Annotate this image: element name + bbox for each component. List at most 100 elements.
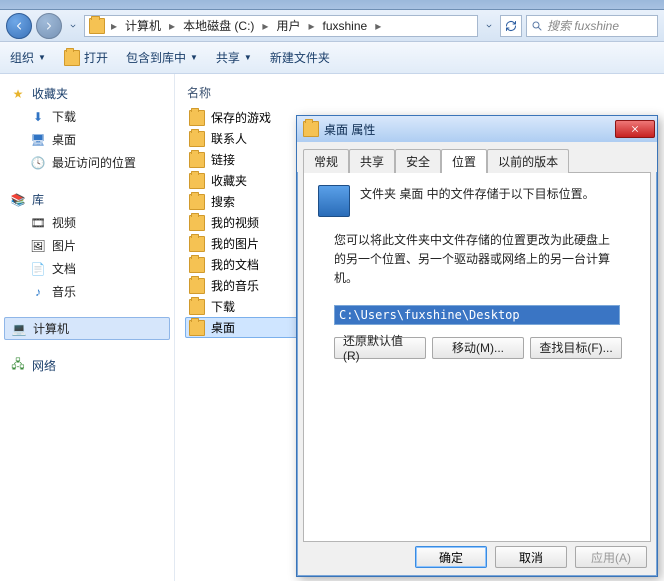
chevron-down-icon: ▼ — [190, 53, 198, 62]
button-label: 取消 — [519, 549, 543, 566]
network-icon: 🖧 — [10, 358, 26, 374]
nav-item-label: 桌面 — [52, 131, 76, 148]
open-button[interactable]: 打开 — [64, 49, 108, 66]
folder-icon — [189, 299, 205, 315]
nav-history-dropdown[interactable] — [66, 22, 80, 30]
location-description: 您可以将此文件夹中文件存储的位置更改为此硬盘上的另一个位置、另一个驱动器或网络上… — [318, 231, 636, 299]
nav-libraries-header[interactable]: 📚库 — [4, 188, 170, 211]
image-icon: 🖼 — [30, 238, 46, 254]
tab-general[interactable]: 常规 — [303, 149, 349, 173]
video-icon: 🎞 — [30, 215, 46, 231]
button-label: 移动(M)... — [452, 339, 504, 356]
nav-favorites-header[interactable]: ★收藏夹 — [4, 82, 170, 105]
nav-computer-label: 计算机 — [33, 320, 69, 337]
tab-location[interactable]: 位置 — [441, 149, 487, 173]
breadcrumb[interactable]: ▸ 计算机 ▸ 本地磁盘 (C:) ▸ 用户 ▸ fuxshine ▸ — [84, 15, 478, 37]
dialog-titlebar[interactable]: 桌面 属性 — [297, 116, 657, 142]
breadcrumb-separator: ▸ — [167, 19, 177, 33]
command-toolbar: 组织 ▼ 打开 包含到库中 ▼ 共享 ▼ 新建文件夹 — [0, 42, 664, 74]
arrow-right-icon — [43, 20, 55, 32]
folder-icon — [189, 152, 205, 168]
tab-strip: 常规 共享 安全 位置 以前的版本 — [297, 142, 657, 172]
file-name: 我的视频 — [211, 214, 259, 231]
nav-network[interactable]: 🖧网络 — [4, 354, 170, 377]
file-name: 下载 — [211, 298, 235, 315]
tab-previous-versions[interactable]: 以前的版本 — [487, 149, 569, 173]
computer-icon: 💻 — [11, 321, 27, 337]
chevron-down-icon: ▼ — [244, 53, 252, 62]
breadcrumb-segment[interactable]: 本地磁盘 (C:) — [179, 15, 258, 36]
chevron-down-icon: ▼ — [38, 53, 46, 62]
organize-label: 组织 — [10, 49, 34, 66]
nav-item-recent[interactable]: 🕓最近访问的位置 — [4, 151, 170, 174]
nav-item-desktop[interactable]: 🖥 桌面 — [4, 128, 170, 151]
new-folder-button[interactable]: 新建文件夹 — [270, 49, 330, 66]
file-name: 联系人 — [211, 130, 247, 147]
share-menu[interactable]: 共享 ▼ — [216, 49, 252, 66]
move-button[interactable]: 移动(M)... — [432, 337, 524, 359]
folder-icon — [189, 278, 205, 294]
nav-favorites-label: 收藏夹 — [32, 85, 68, 102]
tab-security[interactable]: 安全 — [395, 149, 441, 173]
breadcrumb-segment[interactable]: fuxshine — [318, 17, 371, 35]
newfolder-label: 新建文件夹 — [270, 49, 330, 66]
nav-item-label: 文档 — [52, 260, 76, 277]
breadcrumb-separator: ▸ — [373, 19, 383, 33]
restore-default-button[interactable]: 还原默认值(R) — [334, 337, 426, 359]
folder-icon — [189, 194, 205, 210]
location-info-text: 文件夹 桌面 中的文件存储于以下目标位置。 — [360, 185, 595, 202]
nav-computer[interactable]: 💻 计算机 — [4, 317, 170, 340]
nav-item-label: 最近访问的位置 — [52, 154, 136, 171]
open-label: 打开 — [84, 49, 108, 66]
document-icon: 📄 — [30, 261, 46, 277]
nav-item-label: 下载 — [52, 108, 76, 125]
nav-item-label: 音乐 — [52, 283, 76, 300]
folder-icon — [89, 18, 105, 34]
organize-menu[interactable]: 组织 ▼ — [10, 49, 46, 66]
share-label: 共享 — [216, 49, 240, 66]
nav-back-button[interactable] — [6, 13, 32, 39]
music-icon: ♪ — [30, 284, 46, 300]
address-bar: ▸ 计算机 ▸ 本地磁盘 (C:) ▸ 用户 ▸ fuxshine ▸ 搜索 f… — [0, 10, 664, 42]
include-library-menu[interactable]: 包含到库中 ▼ — [126, 49, 198, 66]
nav-item-pictures[interactable]: 🖼 图片 — [4, 234, 170, 257]
cancel-button[interactable]: 取消 — [495, 546, 567, 568]
nav-forward-button[interactable] — [36, 13, 62, 39]
close-button[interactable] — [615, 120, 655, 138]
breadcrumb-separator: ▸ — [260, 19, 270, 33]
desktop-icon: 🖥 — [30, 132, 46, 148]
location-path-input[interactable] — [334, 305, 620, 325]
refresh-icon — [505, 20, 517, 32]
tab-panel-location: 文件夹 桌面 中的文件存储于以下目标位置。 您可以将此文件夹中文件存储的位置更改… — [303, 172, 651, 542]
properties-dialog: 桌面 属性 常规 共享 安全 位置 以前的版本 文件夹 桌面 中的文件存储于以下… — [296, 115, 658, 577]
breadcrumb-segment[interactable]: 计算机 — [121, 15, 165, 36]
ok-button[interactable]: 确定 — [415, 546, 487, 568]
folder-icon — [189, 173, 205, 189]
button-label: 确定 — [439, 549, 463, 566]
search-input[interactable]: 搜索 fuxshine — [526, 15, 658, 37]
dialog-title: 桌面 属性 — [324, 121, 615, 138]
breadcrumb-segment[interactable]: 用户 — [272, 15, 304, 36]
download-icon: ⬇ — [30, 109, 46, 125]
tab-sharing[interactable]: 共享 — [349, 149, 395, 173]
nav-item-label: 视频 — [52, 214, 76, 231]
refresh-button[interactable] — [500, 15, 522, 37]
nav-item-downloads[interactable]: ⬇ 下载 — [4, 105, 170, 128]
chevron-down-icon — [69, 22, 77, 30]
include-label: 包含到库中 — [126, 49, 186, 66]
nav-item-music[interactable]: ♪ 音乐 — [4, 280, 170, 303]
breadcrumb-history-dropdown[interactable] — [482, 22, 496, 30]
open-icon — [64, 50, 80, 66]
apply-button[interactable]: 应用(A) — [575, 546, 647, 568]
breadcrumb-separator: ▸ — [109, 19, 119, 33]
nav-item-documents[interactable]: 📄 文档 — [4, 257, 170, 280]
file-name: 收藏夹 — [211, 172, 247, 189]
column-header-name[interactable]: 名称 — [185, 80, 654, 107]
nav-item-label: 图片 — [52, 237, 76, 254]
find-target-button[interactable]: 查找目标(F)... — [530, 337, 622, 359]
close-icon — [630, 124, 640, 134]
search-icon — [531, 20, 543, 32]
breadcrumb-separator: ▸ — [306, 19, 316, 33]
file-name: 保存的游戏 — [211, 109, 271, 126]
nav-item-videos[interactable]: 🎞 视频 — [4, 211, 170, 234]
